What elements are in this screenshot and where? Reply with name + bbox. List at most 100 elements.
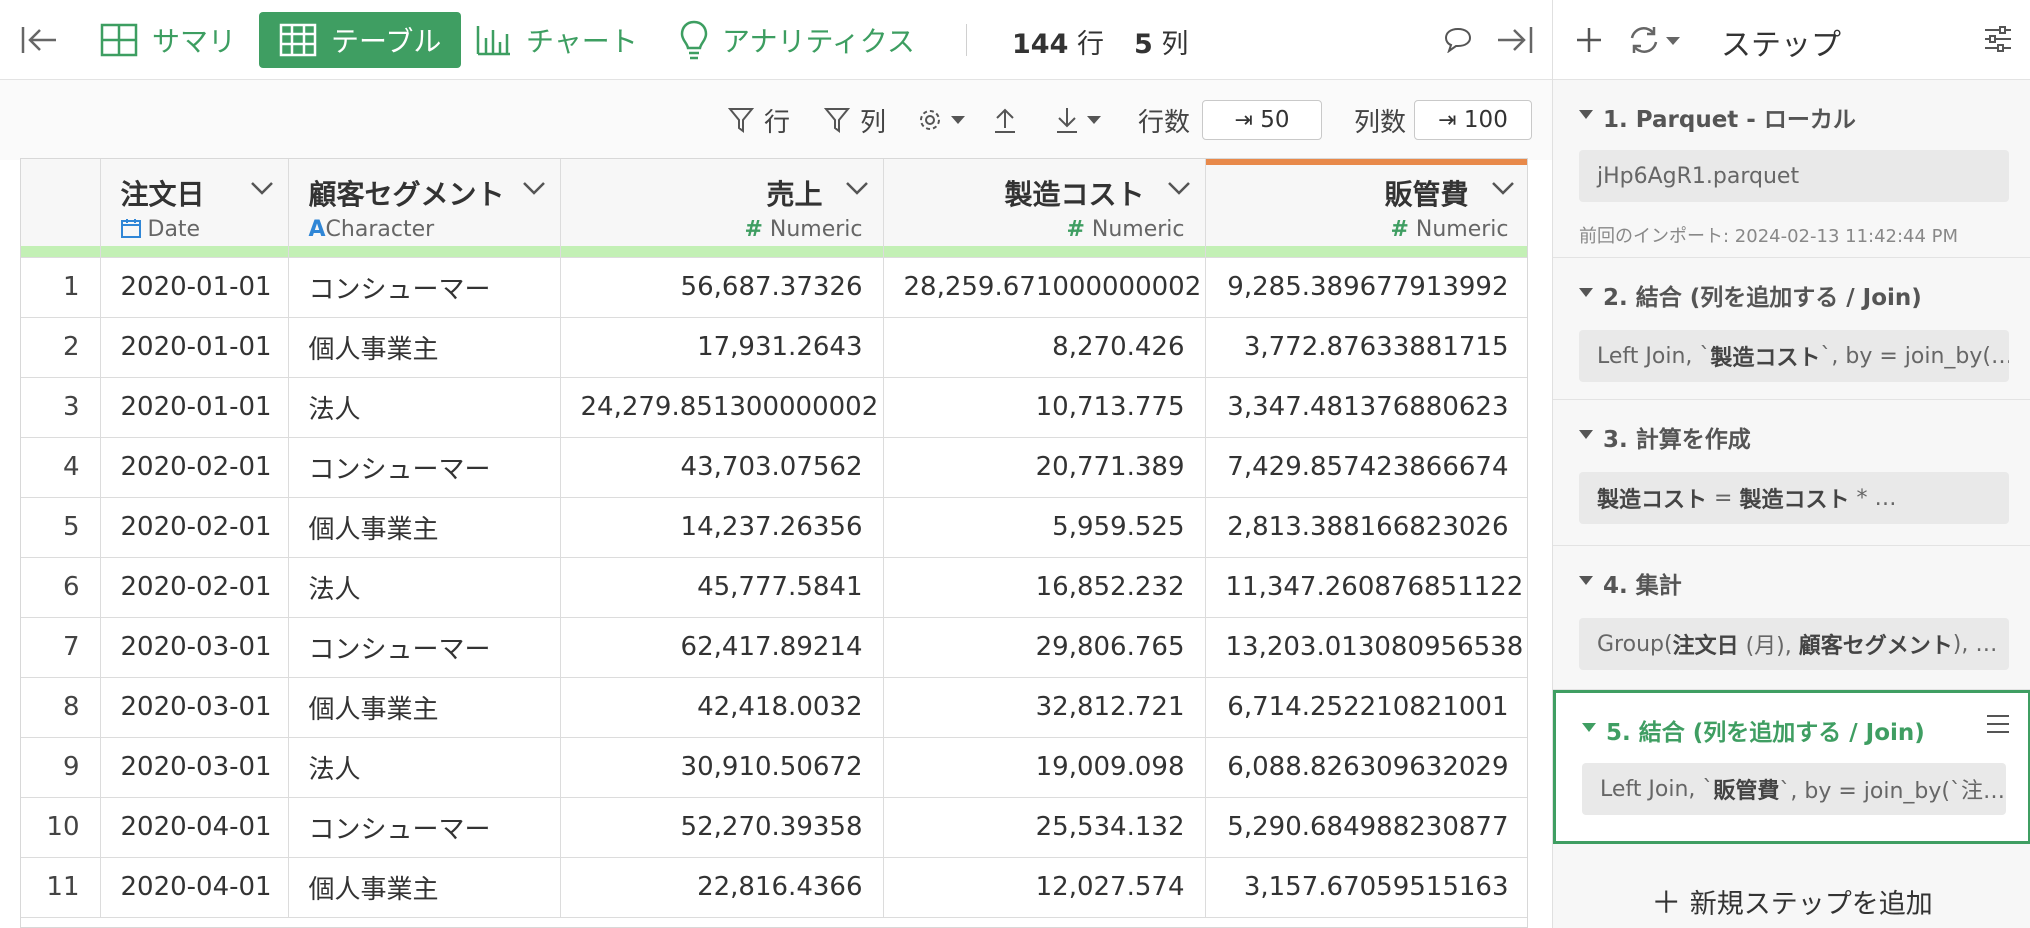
cell-sga[interactable]: 6,714.252210821001 [1205,677,1527,738]
step-body[interactable]: Group(注文日 (月), 顧客セグメント), … [1579,618,2009,670]
cell-manufacturing-cost[interactable]: 5,959.525 [883,497,1206,558]
table-row[interactable]: 1 2020-01-01 コンシューマー 56,687.37326 28,259.671… [21,257,1527,318]
cell-sga[interactable]: 6,088.826309632029 [1205,737,1527,798]
column-header-order-date[interactable]: 注文日 Date [100,159,289,258]
column-header-sales[interactable]: 売上 # Numeric [560,159,884,258]
caret-down-icon[interactable] [1579,110,1593,119]
cell-order-date[interactable]: 2020-01-01 [100,257,289,318]
tab-table[interactable]: テーブル [259,12,462,68]
cell-order-date[interactable]: 2020-02-01 [100,437,289,498]
column-header-manufacturing-cost[interactable]: 製造コスト # Numeric [883,159,1206,258]
cell-sga[interactable]: 7,429.857423866674 [1205,437,1527,498]
sort-up-button[interactable] [992,100,1018,140]
cell-sales[interactable]: 62,417.89214 [560,617,884,678]
collapse-left-button[interactable] [20,12,72,68]
cell-sales[interactable]: 56,687.37326 [560,257,884,318]
cell-manufacturing-cost[interactable]: 16,852.232 [883,557,1206,618]
cell-sga[interactable]: 3,347.481376880623 [1205,377,1527,438]
cell-order-date[interactable]: 2020-01-01 [100,317,289,378]
step-2[interactable]: 2. 結合 (列を追加する / Join) Left Join, ` 製造コスト `… [1553,258,2030,400]
rows-limit-input[interactable]: ⇥ 50 [1202,100,1322,140]
cell-manufacturing-cost[interactable]: 8,270.426 [883,317,1206,378]
cell-customer-segment[interactable]: 個人事業主 [288,677,561,738]
cell-sga[interactable]: 13,203.013080956538 [1205,617,1527,678]
sort-down-dropdown[interactable] [1054,100,1102,140]
tab-analytics[interactable]: アナリティクス [680,12,915,68]
cell-customer-segment[interactable]: 法人 [288,377,561,438]
chevron-down-icon[interactable] [1167,181,1191,195]
cell-sga[interactable]: 5,290.684988230877 [1205,797,1527,858]
cell-order-date[interactable]: 2020-03-01 [100,737,289,798]
cell-order-date[interactable]: 2020-04-01 [100,797,289,858]
cell-customer-segment[interactable]: 法人 [288,737,561,798]
cell-sales[interactable]: 52,270.39358 [560,797,884,858]
cell-sales[interactable]: 42,418.0032 [560,677,884,738]
chevron-down-icon[interactable] [845,181,869,195]
cell-sga[interactable]: 11,347.260876851122 [1205,557,1527,618]
cell-sga[interactable]: 2,813.388166823026 [1205,497,1527,558]
plus-icon[interactable] [1575,26,1603,54]
add-step-button[interactable]: ＋ 新規ステップを追加 [1553,878,2030,922]
cell-order-date[interactable]: 2020-02-01 [100,557,289,618]
caret-down-icon[interactable] [1665,36,1681,46]
caret-down-icon[interactable] [1579,288,1593,297]
table-row[interactable]: 9 2020-03-01 法人 30,910.50672 19,009.098 6,088… [21,737,1527,798]
filter-columns-button[interactable]: 列 [824,100,886,140]
table-row[interactable]: 4 2020-02-01 コンシューマー 43,703.07562 20,771.389… [21,437,1527,498]
chevron-down-icon[interactable] [250,181,274,195]
collapse-right-button[interactable] [1496,12,1548,68]
cols-limit-input[interactable]: ⇥ 100 [1414,100,1532,140]
cell-order-date[interactable]: 2020-03-01 [100,677,289,738]
tab-chart[interactable]: チャート [476,12,638,68]
cell-order-date[interactable]: 2020-01-01 [100,377,289,438]
cell-customer-segment[interactable]: 個人事業主 [288,857,561,918]
cell-sales[interactable]: 14,237.26356 [560,497,884,558]
step-body[interactable]: jHp6AgR1.parquet [1579,150,2009,202]
column-header-sga[interactable]: 販管費 # Numeric [1205,159,1527,258]
comment-button[interactable] [1444,12,1486,68]
cell-customer-segment[interactable]: コンシューマー [288,437,561,498]
cell-sales[interactable]: 17,931.2643 [560,317,884,378]
step-4[interactable]: 4. 集計 Group(注文日 (月), 顧客セグメント), … [1553,546,2030,690]
cell-manufacturing-cost[interactable]: 12,027.574 [883,857,1206,918]
column-header-customer-segment[interactable]: 顧客セグメント ACharacter [288,159,561,258]
cell-order-date[interactable]: 2020-04-01 [100,857,289,918]
cell-sales[interactable]: 22,816.4366 [560,857,884,918]
cell-manufacturing-cost[interactable]: 20,771.389 [883,437,1206,498]
table-row[interactable]: 5 2020-02-01 個人事業主 14,237.26356 5,959.525 2,8… [21,497,1527,558]
hamburger-menu-icon[interactable] [1986,713,2010,735]
cell-customer-segment[interactable]: 個人事業主 [288,317,561,378]
chevron-down-icon[interactable] [522,181,546,195]
cell-sales[interactable]: 45,777.5841 [560,557,884,618]
cell-manufacturing-cost[interactable]: 32,812.721 [883,677,1206,738]
cell-manufacturing-cost[interactable]: 19,009.098 [883,737,1206,798]
cell-order-date[interactable]: 2020-03-01 [100,617,289,678]
step-1[interactable]: 1. Parquet - ローカル jHp6AgR1.parquet 前回のイン… [1553,80,2030,258]
cell-manufacturing-cost[interactable]: 25,534.132 [883,797,1206,858]
cell-sales[interactable]: 30,910.50672 [560,737,884,798]
cell-order-date[interactable]: 2020-02-01 [100,497,289,558]
cell-manufacturing-cost[interactable]: 29,806.765 [883,617,1206,678]
sliders-icon[interactable] [1983,24,2013,54]
step-body[interactable]: Left Join, ` 販管費 `, by = join_by(`注… [1582,763,2006,815]
caret-down-icon[interactable] [1579,430,1593,439]
table-row[interactable]: 6 2020-02-01 法人 45,777.5841 16,852.232 11,347… [21,557,1527,618]
filter-rows-button[interactable]: 行 [728,100,790,140]
cell-customer-segment[interactable]: コンシューマー [288,257,561,318]
step-5[interactable]: 5. 結合 (列を追加する / Join) Left Join, ` 販管費 `, … [1553,690,2030,844]
cell-customer-segment[interactable]: コンシューマー [288,617,561,678]
cell-sga[interactable]: 3,157.67059515163 [1205,857,1527,918]
cell-sga[interactable]: 3,772.87633881715 [1205,317,1527,378]
tab-summary[interactable]: サマリ [100,12,236,68]
caret-down-icon[interactable] [1582,723,1596,732]
cell-sga[interactable]: 9,285.389677913992 [1205,257,1527,318]
cell-sales[interactable]: 43,703.07562 [560,437,884,498]
cell-customer-segment[interactable]: 個人事業主 [288,497,561,558]
table-row[interactable]: 2 2020-01-01 個人事業主 17,931.2643 8,270.426 3,77… [21,317,1527,378]
cell-customer-segment[interactable]: コンシューマー [288,797,561,858]
cell-sales[interactable]: 24,279.851300000002 [560,377,884,438]
table-row[interactable]: 10 2020-04-01 コンシューマー 52,270.39358 25,534.13… [21,797,1527,858]
cell-manufacturing-cost[interactable]: 28,259.671000000002 [883,257,1206,318]
step-3[interactable]: 3. 計算を作成 製造コスト = 製造コスト * … [1553,400,2030,546]
cell-manufacturing-cost[interactable]: 10,713.775 [883,377,1206,438]
